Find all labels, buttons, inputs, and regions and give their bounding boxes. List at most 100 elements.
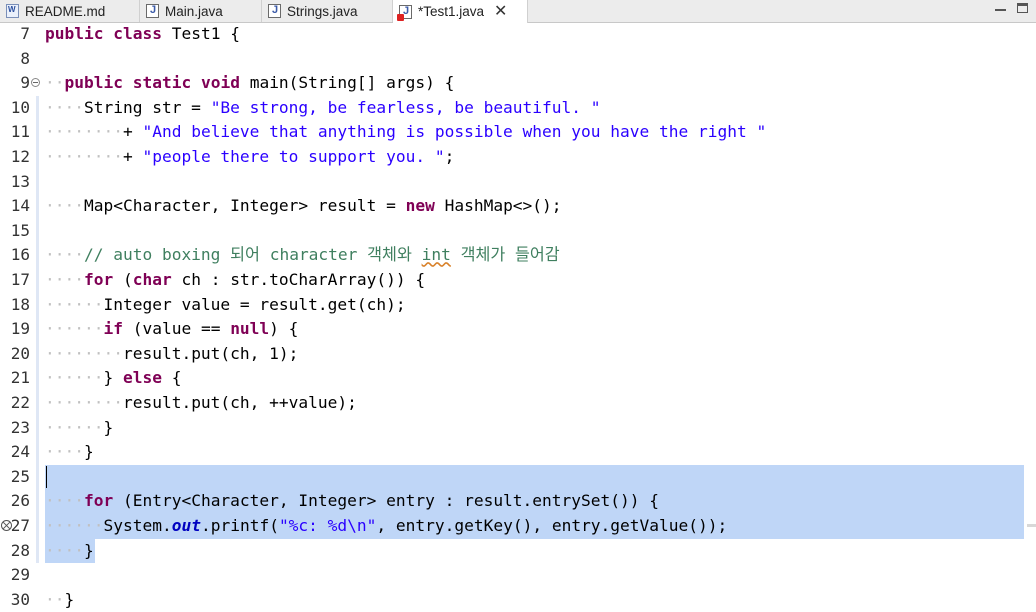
change-marker [36, 366, 39, 391]
code-line[interactable]: 26 ····for (Entry<Character, Integer> ent… [0, 489, 1036, 514]
change-marker [36, 440, 39, 465]
change-marker [36, 415, 39, 441]
code-line[interactable]: 13 [0, 169, 1036, 195]
code-line[interactable]: 18 ······Integer value = result.get(ch); [0, 292, 1036, 318]
tab-main-java[interactable]: Main.java [140, 0, 262, 22]
minimize-icon[interactable] [995, 3, 1006, 11]
code-line[interactable]: 25 [0, 464, 1036, 490]
tab-test1-java[interactable]: *Test1.java ✕ [393, 0, 528, 23]
code-text: ······} else { [45, 368, 182, 388]
line-number: 28 [10, 540, 30, 560]
line-number: 8 [20, 48, 30, 68]
code-text: ······if (value == null) { [45, 319, 299, 339]
code-text: ··} [45, 589, 75, 609]
line-number: 9 [20, 73, 30, 93]
java-file-icon [146, 4, 159, 18]
change-marker [36, 317, 39, 342]
line-number: 19 [10, 319, 30, 339]
tab-label: Main.java [165, 3, 223, 19]
code-line[interactable]: 9 ··public static void main(String[] args… [0, 71, 1036, 96]
change-marker [36, 95, 39, 121]
code-line[interactable]: 30 ··} [0, 588, 1036, 612]
change-marker [36, 341, 39, 367]
change-marker [36, 268, 39, 293]
markdown-file-icon [6, 4, 19, 18]
fold-collapse-icon[interactable] [31, 78, 40, 88]
change-marker [36, 120, 39, 145]
code-line[interactable]: 27 ······System.out.printf("%c: %d\n", en… [0, 514, 1036, 539]
editor-tab-bar: README.md Main.java Strings.java *Test1.… [0, 0, 1036, 23]
line-number: 23 [10, 417, 30, 437]
code-text: ····} [45, 540, 94, 560]
change-marker [36, 145, 39, 170]
code-text: ········+ "And believe that anything is … [45, 122, 767, 142]
tab-label: *Test1.java [418, 4, 485, 19]
line-number: 10 [10, 97, 30, 117]
code-line[interactable]: 16 ····// auto boxing 되어 character 객체와 in… [0, 243, 1036, 268]
code-line[interactable]: 19 ······if (value == null) { [0, 317, 1036, 342]
line-number: 17 [10, 270, 30, 289]
overview-ruler-mark [1027, 524, 1036, 527]
change-marker [36, 218, 39, 244]
code-line[interactable]: 7 public class Test1 { [0, 22, 1036, 47]
code-line[interactable]: 24 ····} [0, 440, 1036, 465]
code-text: ··public static void main(String[] args)… [45, 73, 455, 93]
code-line[interactable]: 21 ······} else { [0, 366, 1036, 391]
code-text: ········result.put(ch, ++value); [45, 393, 357, 412]
maximize-icon[interactable] [1017, 3, 1028, 13]
code-line[interactable]: 17 ····for (char ch : str.toCharArray()) … [0, 268, 1036, 293]
code-line[interactable]: 10 ····String str = "Be strong, be fearle… [0, 95, 1036, 121]
change-marker [36, 169, 39, 195]
code-line[interactable]: 28 ····} [0, 538, 1036, 564]
line-number: 25 [10, 466, 30, 486]
code-text: ········+ "people there to support you. … [45, 147, 455, 166]
line-number: 15 [10, 220, 30, 240]
code-line[interactable]: 8 [0, 47, 1036, 72]
code-text: ······Integer value = result.get(ch); [45, 294, 406, 314]
code-line[interactable]: 12 ········+ "people there to support you… [0, 145, 1036, 170]
change-marker [36, 464, 39, 490]
code-line[interactable]: 23 ······} [0, 415, 1036, 441]
change-marker [36, 194, 39, 219]
close-tab-icon[interactable]: ✕ [494, 3, 507, 20]
code-line[interactable]: 22 ········result.put(ch, ++value); [0, 391, 1036, 416]
code-text: ····// auto boxing 되어 character 객체와 int … [45, 245, 560, 265]
code-text: ······System.out.printf("%c: %d\n", entr… [45, 516, 728, 535]
change-marker [36, 292, 39, 318]
selection-highlight [45, 464, 1024, 490]
code-text: ······} [45, 417, 114, 437]
code-text: public class Test1 { [45, 24, 240, 43]
line-number: 30 [10, 589, 30, 609]
code-line[interactable]: 14 ····Map<Character, Integer> result = n… [0, 194, 1036, 219]
code-line[interactable]: 11 ········+ "And believe that anything i… [0, 120, 1036, 145]
code-line[interactable]: 15 [0, 218, 1036, 244]
java-file-error-icon [397, 4, 412, 21]
line-number: 29 [10, 565, 30, 585]
code-text: ····String str = "Be strong, be fearless… [45, 97, 601, 117]
line-number: 7 [20, 24, 30, 43]
code-text: ····for (Entry<Character, Integer> entry… [45, 491, 659, 511]
code-text: ····for (char ch : str.toCharArray()) { [45, 270, 426, 289]
line-number: 22 [10, 393, 30, 412]
change-marker [36, 489, 39, 514]
code-text: ····} [45, 442, 94, 462]
error-marker-icon[interactable] [1, 520, 12, 531]
tab-strings-java[interactable]: Strings.java [262, 0, 393, 22]
code-line[interactable]: 20 ········result.put(ch, 1); [0, 341, 1036, 367]
line-number: 12 [10, 147, 30, 166]
line-number: 21 [10, 368, 30, 388]
code-text: ····Map<Character, Integer> result = new… [45, 196, 562, 216]
line-number: 20 [10, 343, 30, 363]
tab-readme[interactable]: README.md [0, 0, 140, 22]
line-number: 24 [10, 442, 30, 462]
change-marker [36, 243, 39, 268]
line-number: 16 [10, 245, 30, 265]
code-text: ········result.put(ch, 1); [45, 343, 299, 363]
line-number: 18 [10, 294, 30, 314]
code-editor[interactable]: 7 public class Test1 { 8 9 ··public static v… [0, 22, 1036, 609]
java-file-icon [268, 4, 281, 18]
line-number: 26 [10, 491, 30, 511]
change-marker [36, 391, 39, 416]
tab-label: README.md [25, 3, 106, 19]
code-line[interactable]: 29 [0, 563, 1036, 588]
